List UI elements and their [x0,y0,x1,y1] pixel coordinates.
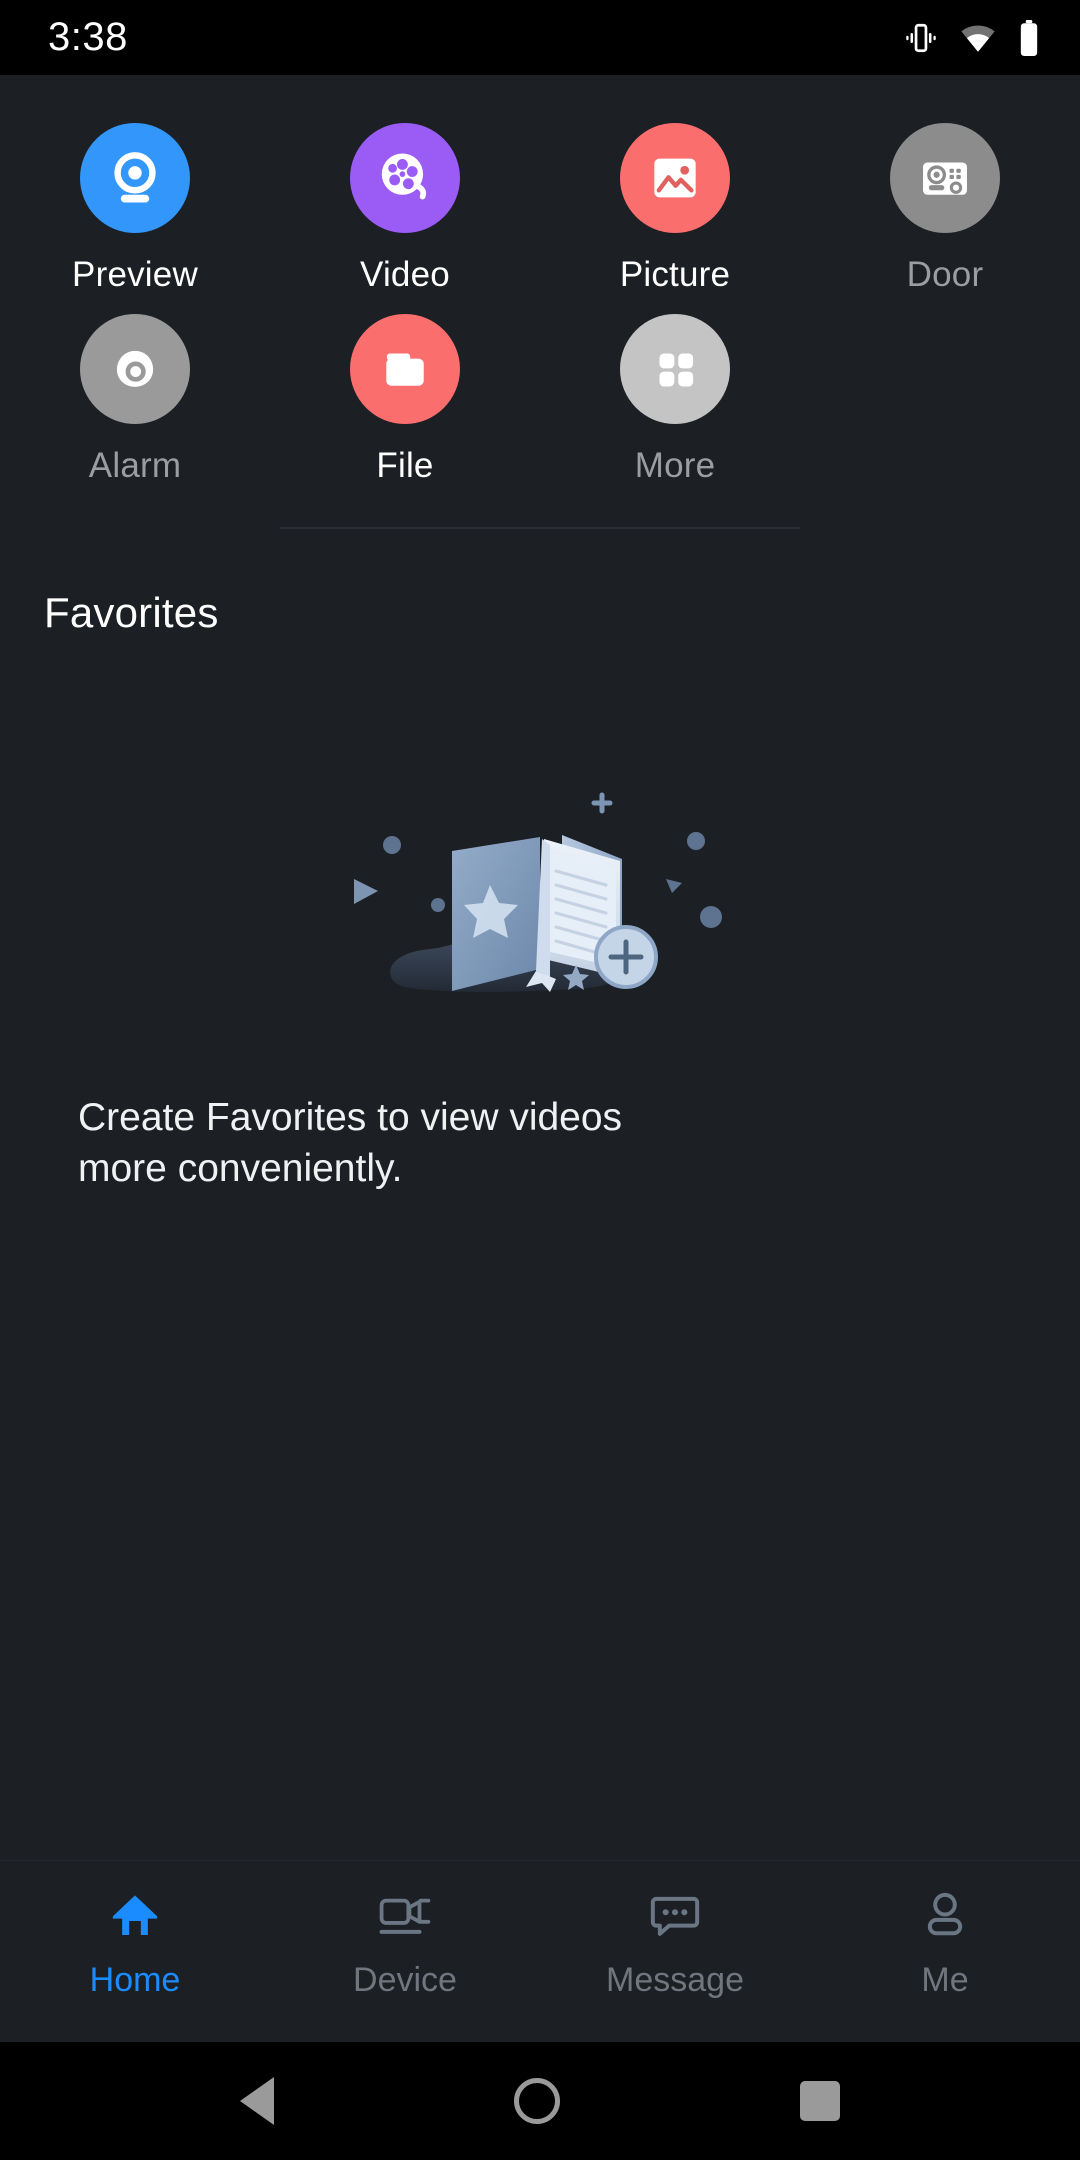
recents-square-icon[interactable] [800,2081,840,2121]
tab-label: Message [606,1961,744,1999]
system-navigation-bar [0,2042,1080,2160]
battery-icon [1018,19,1040,56]
tab-device[interactable]: Device [270,1883,540,1997]
favorites-empty-message: Create Favorites to view videos more con… [78,1096,623,1190]
photo-icon [620,123,730,233]
shortcut-file[interactable]: File [270,314,540,483]
shortcut-label: Video [360,255,450,294]
grid-apps-icon [620,314,730,424]
shortcut-alarm[interactable]: Alarm [0,314,270,483]
shortcut-label: Door [906,255,984,294]
back-triangle-icon[interactable] [240,2077,274,2125]
bottom-tab-bar: Home Device Message Me [0,1860,1080,2042]
shortcut-label: Alarm [88,446,182,485]
home-icon [107,1883,163,1945]
status-bar: 3:38 [0,0,1080,75]
webcam-icon [80,123,190,233]
vibrate-icon [904,21,938,55]
favorites-empty-state: Create Favorites to view videos more con… [0,787,1080,1194]
home-circle-icon[interactable] [514,2078,560,2124]
tab-home[interactable]: Home [0,1883,270,1997]
shortcut-video[interactable]: Video [270,123,540,292]
shortcut-preview[interactable]: Preview [0,123,270,292]
tab-label: Home [89,1961,181,1999]
folder-icon [350,314,460,424]
section-divider [0,505,1080,551]
shortcut-door[interactable]: Door [810,123,1080,292]
chat-icon [647,1883,703,1945]
shortcut-more[interactable]: More [540,314,810,483]
shortcut-label: Preview [72,255,198,294]
favorites-book-illustration [330,787,750,1017]
status-clock: 3:38 [48,15,128,59]
favorites-title: Favorites [44,589,219,636]
tab-message[interactable]: Message [540,1883,810,1997]
person-icon [917,1883,973,1945]
shortcut-label: More [634,446,716,485]
phone-screen: 3:38 Preview Video Picture Door Alarm Fi… [0,0,1080,2160]
camera-icon [376,1883,434,1945]
shortcut-picture[interactable]: Picture [540,123,810,292]
status-icon-group [904,19,1040,56]
shortcut-label: File [376,446,434,485]
wifi-icon [960,23,996,53]
alarm-bell-icon [80,314,190,424]
film-reel-icon [350,123,460,233]
shortcut-grid: Preview Video Picture Door Alarm File Mo… [0,75,1080,505]
tab-me[interactable]: Me [810,1883,1080,1997]
main-content: Preview Video Picture Door Alarm File Mo… [0,75,1080,2042]
shortcut-label: Picture [619,255,731,294]
tab-label: Me [921,1961,969,1999]
door-station-icon [890,123,1000,233]
tab-label: Device [353,1961,457,1999]
